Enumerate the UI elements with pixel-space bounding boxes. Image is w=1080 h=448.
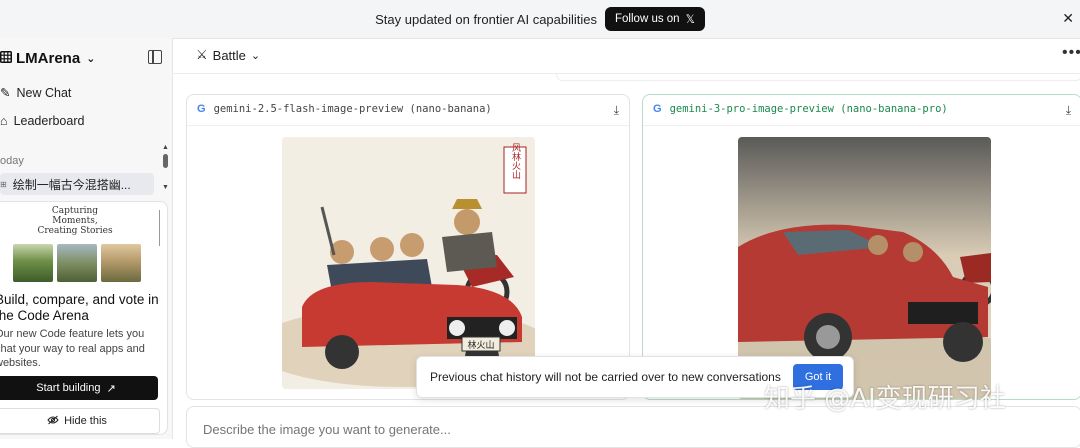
sidebar-scrollbar[interactable]: ▲ ▼	[162, 144, 170, 191]
hide-promo-button[interactable]: Hide this	[0, 408, 160, 434]
model-b-header: G gemini-3-pro-image-preview (nano-banan…	[653, 103, 948, 115]
battle-swords-icon: ⚔	[196, 47, 208, 62]
thumbnail-image	[13, 244, 53, 282]
follow-label: Follow us on	[615, 13, 680, 25]
model-a-header: G gemini-2.5-flash-image-preview (nano-b…	[197, 103, 492, 115]
close-icon[interactable]: ✕	[1062, 10, 1074, 27]
hide-promo-label: Hide this	[64, 415, 107, 427]
promo-body: Our new Code feature lets you chat your …	[0, 328, 145, 369]
grid-logo-icon	[0, 50, 12, 67]
model-a-generated-image[interactable]: 林火山 风林火山	[282, 137, 535, 389]
model-a-panel: G gemini-2.5-flash-image-preview (nano-b…	[186, 94, 630, 400]
scroll-down-icon[interactable]: ▼	[162, 184, 169, 191]
mode-label: Battle	[212, 47, 246, 63]
sidebar-collapse-icon[interactable]	[148, 50, 162, 64]
prompt-input[interactable]	[201, 421, 805, 438]
sidebar-item-leaderboard[interactable]: ⌂ Leaderboard	[0, 114, 84, 128]
follow-us-button[interactable]: Follow us on 𝕏	[605, 7, 705, 31]
promo-preview-thumbnails	[13, 244, 141, 282]
google-logo-icon: G	[197, 103, 206, 115]
seal-text: 风林火山	[510, 143, 521, 179]
download-icon[interactable]: ⤓	[614, 103, 619, 118]
promo-preview-title: Capturing Moments, Creating Stories	[37, 206, 113, 236]
google-logo-icon: G	[653, 103, 662, 115]
license-plate-text: 林火山	[467, 339, 494, 351]
previous-message-edge	[556, 74, 1080, 81]
chevron-down-icon: ⌄	[86, 53, 96, 65]
brand-name: LMArena	[16, 50, 81, 67]
scroll-thumb[interactable]	[163, 154, 168, 168]
thumbnail-image	[101, 244, 141, 282]
download-icon[interactable]: ⤓	[1066, 103, 1071, 118]
model-b-panel: G gemini-3-pro-image-preview (nano-banan…	[642, 94, 1080, 400]
model-a-name: gemini-2.5-flash-image-preview (nano-ban…	[213, 103, 492, 115]
panel-header-divider	[187, 125, 629, 126]
sidebar-item-new-chat[interactable]: ✎ New Chat	[0, 85, 72, 101]
start-building-label: Start building	[36, 382, 101, 394]
sidebar-item-label: New Chat	[16, 85, 72, 100]
toast-message: Previous chat history will not be carrie…	[430, 370, 781, 384]
panel-header-divider	[643, 125, 1080, 126]
section-label-today: oday	[0, 155, 24, 167]
model-b-name: gemini-3-pro-image-preview (nano-banana-…	[669, 103, 948, 115]
sidebar-item-label: Leaderboard	[13, 114, 85, 128]
banner-message: Stay updated on frontier AI capabilities	[375, 11, 598, 27]
eye-off-icon	[47, 415, 59, 428]
chat-item-title: 绘制一幅古今混搭幽...	[12, 177, 131, 192]
image-chat-icon: ⊞	[0, 179, 7, 189]
brand-menu[interactable]: LMArena ⌄	[0, 50, 95, 67]
new-chat-icon: ✎	[0, 86, 11, 100]
sidebar: LMArena ⌄ ✎ New Chat ⌂ Leaderboard oday …	[0, 38, 173, 439]
watermark: 知乎 @AI变现研习社	[764, 384, 1006, 414]
leaderboard-icon: ⌂	[0, 114, 8, 128]
promo-heading: Build, compare, and vote in the Code Are…	[0, 292, 159, 323]
start-building-button[interactable]: Start building ↗	[0, 376, 158, 400]
top-banner: Stay updated on frontier AI capabilities…	[0, 0, 1080, 39]
x-logo-icon: 𝕏	[685, 14, 695, 26]
mode-selector[interactable]: ⚔ Battle ⌄	[196, 47, 260, 63]
thumbnail-image	[57, 244, 97, 282]
scroll-up-icon[interactable]: ▲	[162, 144, 169, 151]
chevron-down-icon: ⌄	[250, 49, 261, 62]
arrow-up-right-icon: ↗	[106, 382, 116, 395]
promo-preview-divider	[159, 210, 160, 246]
more-horizontal-icon[interactable]: •••	[1062, 44, 1080, 62]
chat-history-item[interactable]: ⊞ 绘制一幅古今混搭幽...	[0, 173, 154, 195]
